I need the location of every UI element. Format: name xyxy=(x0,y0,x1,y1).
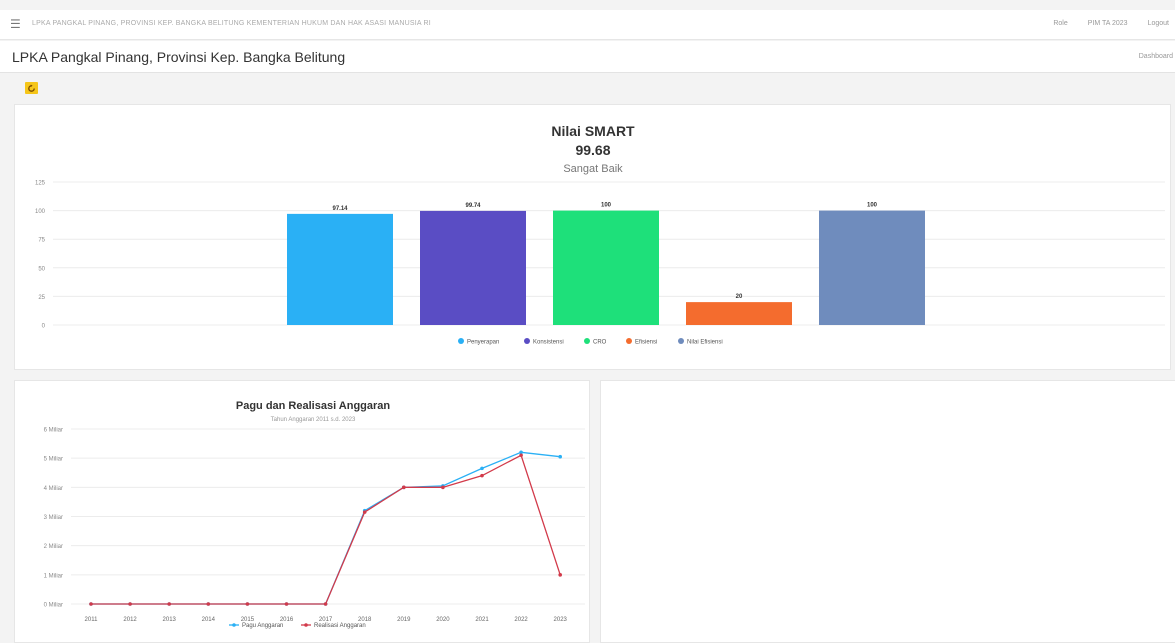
role-link[interactable]: Role xyxy=(1053,20,1067,27)
line-x-tick-label: 2012 xyxy=(123,617,137,623)
line-x-tick-label: 2019 xyxy=(397,617,411,623)
bar-data-label: 100 xyxy=(867,203,878,209)
legend-label: Pagu Anggaran xyxy=(242,623,283,629)
legend-label: Konsistensi xyxy=(533,340,564,346)
budget-line-chart: Pagu dan Realisasi Anggaran Tahun Anggar… xyxy=(44,400,585,629)
series-point-realisasi-anggaran xyxy=(128,602,132,606)
line-x-tick-label: 2014 xyxy=(202,617,216,623)
series-point-pagu-anggaran xyxy=(480,466,484,471)
legend-marker xyxy=(232,623,236,627)
budget-chart-subtitle: Tahun Anggaran 2011 s.d. 2023 xyxy=(271,417,356,423)
budget-chart-title: Pagu dan Realisasi Anggaran xyxy=(236,400,391,412)
top-right-links: Role PIM TA 2023 Logout xyxy=(1053,20,1169,27)
line-y-tick-label: 5 Miliar xyxy=(44,457,63,463)
bar-data-label: 99.74 xyxy=(465,203,481,209)
legend-item-penyerapan[interactable]: Penyerapan xyxy=(458,338,499,346)
legend-item-nilai-efisiensi[interactable]: Nilai Efisiensi xyxy=(678,338,723,346)
budget-card: Pagu dan Realisasi Anggaran Tahun Anggar… xyxy=(14,380,590,643)
series-point-realisasi-anggaran xyxy=(362,510,367,514)
series-point-pagu-anggaran xyxy=(558,454,562,459)
hamburger-menu-icon[interactable]: ☰ xyxy=(10,17,21,31)
legend-item-pagu-anggaran[interactable]: Pagu Anggaran xyxy=(229,623,283,629)
page-header: LPKA Pangkal Pinang, Provinsi Kep. Bangk… xyxy=(0,41,1175,73)
bar-y-tick-label: 25 xyxy=(38,295,45,301)
line-y-tick-label: 6 Miliar xyxy=(44,428,63,434)
legend-item-konsistensi[interactable]: Konsistensi xyxy=(524,338,564,346)
series-point-realisasi-anggaran xyxy=(167,602,171,606)
line-y-tick-label: 3 Miliar xyxy=(44,515,63,521)
empty-card xyxy=(600,380,1175,643)
series-point-realisasi-anggaran xyxy=(519,453,523,458)
smart-card: Nilai SMART 99.68 Sangat Baik 0 25 50 75 100… xyxy=(14,104,1171,370)
bar-y-tick-label: 50 xyxy=(38,266,45,272)
legend-marker xyxy=(524,338,530,344)
legend-label: Nilai Efisiensi xyxy=(687,340,723,346)
bar-konsistensi xyxy=(420,210,526,325)
series-point-realisasi-anggaran xyxy=(284,602,289,606)
legend-label: Realisasi Anggaran xyxy=(314,623,366,629)
line-y-tick-label: 0 Miliar xyxy=(44,603,63,609)
bar-penyerapan xyxy=(287,213,393,325)
line-x-tick-label: 2023 xyxy=(554,617,568,623)
legend-marker xyxy=(678,338,684,344)
bar-cro xyxy=(553,210,659,325)
series-point-realisasi-anggaran xyxy=(441,485,445,490)
line-y-tick-label: 4 Miliar xyxy=(44,486,63,492)
series-line-realisasi-anggaran xyxy=(91,454,561,605)
legend-item-efisiensi[interactable]: Efisiensi xyxy=(626,338,657,346)
legend-marker xyxy=(584,338,590,344)
series-point-realisasi-anggaran xyxy=(206,602,211,606)
legend-label: CRO xyxy=(593,340,607,346)
line-x-tick-label: 2011 xyxy=(85,617,99,623)
legend-marker xyxy=(458,338,464,344)
refresh-button[interactable] xyxy=(25,82,38,94)
dashboard-breadcrumb[interactable]: Dashboard xyxy=(1139,53,1173,60)
bar-data-label: 97.14 xyxy=(332,206,348,212)
legend-item-cro[interactable]: CRO xyxy=(584,338,607,346)
legend-marker xyxy=(626,338,632,344)
line-y-tick-label: 1 Miliar xyxy=(44,573,63,579)
breadcrumb: LPKA PANGKAL PINANG, PROVINSI KEP. BANGK… xyxy=(32,20,431,27)
series-point-realisasi-anggaran xyxy=(402,485,406,490)
smart-title: Nilai SMART xyxy=(551,123,635,139)
series-point-realisasi-anggaran xyxy=(89,602,93,606)
bar-data-label: 100 xyxy=(601,203,612,209)
bar-y-tick-label: 125 xyxy=(35,181,46,187)
bar-y-tick-label: 75 xyxy=(38,238,45,244)
line-x-tick-label: 2021 xyxy=(475,617,489,623)
page-title: LPKA Pangkal Pinang, Provinsi Kep. Bangk… xyxy=(12,49,346,65)
bar-data-label: 20 xyxy=(736,294,743,300)
series-point-realisasi-anggaran xyxy=(480,473,484,478)
legend-label: Efisiensi xyxy=(635,340,657,346)
line-y-tick-label: 2 Miliar xyxy=(44,544,63,550)
pim-link[interactable]: PIM TA 2023 xyxy=(1088,20,1128,27)
line-x-tick-label: 2020 xyxy=(436,617,450,623)
series-point-realisasi-anggaran xyxy=(245,602,250,606)
bar-efisiensi xyxy=(686,302,792,325)
smart-score: 99.68 xyxy=(575,142,610,158)
legend-marker xyxy=(304,623,308,627)
bar-nilai-efisiensi xyxy=(819,210,925,325)
bar-y-tick-label: 0 xyxy=(42,324,46,330)
bar-y-tick-label: 100 xyxy=(35,209,46,215)
smart-status: Sangat Baik xyxy=(563,163,623,175)
series-point-realisasi-anggaran xyxy=(323,602,328,606)
refresh-icon xyxy=(28,84,35,92)
series-line-pagu-anggaran xyxy=(91,451,561,605)
smart-bar-chart: Nilai SMART 99.68 Sangat Baik 0 25 50 75 100… xyxy=(35,123,1165,346)
line-x-tick-label: 2013 xyxy=(163,617,177,623)
top-navbar: ☰ LPKA PANGKAL PINANG, PROVINSI KEP. BAN… xyxy=(0,10,1175,40)
series-point-realisasi-anggaran xyxy=(558,573,562,577)
legend-item-realisasi-anggaran[interactable]: Realisasi Anggaran xyxy=(301,623,366,629)
logout-link[interactable]: Logout xyxy=(1148,20,1169,27)
line-x-tick-label: 2022 xyxy=(514,617,528,623)
legend-label: Penyerapan xyxy=(467,340,499,346)
